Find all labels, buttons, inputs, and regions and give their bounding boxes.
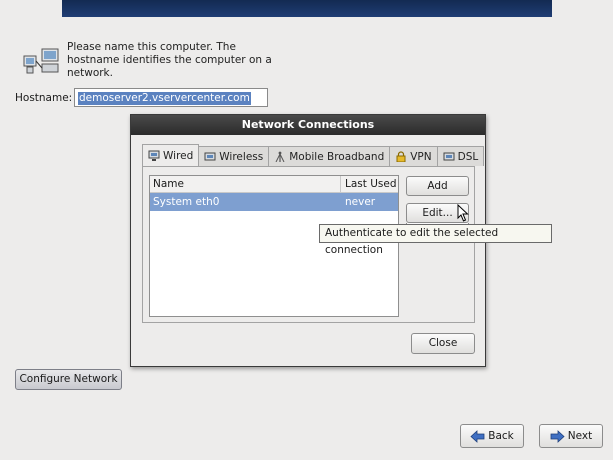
tab-wired-label: Wired <box>163 149 194 162</box>
mouse-pointer-icon <box>457 204 469 222</box>
tab-dsl-label: DSL <box>457 150 479 163</box>
next-button-label: Next <box>567 430 593 442</box>
wired-icon <box>148 150 160 161</box>
mobile-broadband-icon <box>275 151 285 162</box>
connection-row[interactable]: System eth0 never <box>150 193 398 211</box>
hostname-input[interactable]: demoserver2.vservercenter.com <box>74 88 268 107</box>
edit-button-label: Edit... <box>422 207 453 219</box>
connection-type-tabs: Wired Wireless Mobile Broadband VPN DSL <box>142 144 485 166</box>
column-header-last-used[interactable]: Last Used <box>341 176 398 192</box>
configure-network-button[interactable]: Configure Network <box>15 369 122 390</box>
add-button-label: Add <box>427 180 448 192</box>
back-arrow-icon <box>470 429 485 443</box>
close-button[interactable]: Close <box>411 333 475 354</box>
tab-mobile-broadband[interactable]: Mobile Broadband <box>268 146 391 166</box>
tab-dsl[interactable]: DSL <box>436 146 485 166</box>
tab-wireless[interactable]: Wireless <box>198 146 270 166</box>
dsl-icon <box>443 152 455 161</box>
wireless-icon <box>204 152 216 161</box>
connection-last-used: never <box>345 196 376 208</box>
vpn-lock-icon <box>396 151 406 162</box>
list-header: Name Last Used <box>150 176 398 193</box>
tab-vpn[interactable]: VPN <box>389 146 438 166</box>
configure-network-label: Configure Network <box>19 373 118 385</box>
back-button[interactable]: Back <box>460 424 524 448</box>
tab-wireless-label: Wireless <box>219 150 264 163</box>
next-arrow-icon <box>550 429 565 443</box>
tab-mobile-broadband-label: Mobile Broadband <box>289 150 385 163</box>
column-header-name[interactable]: Name <box>150 176 341 192</box>
connection-name: System eth0 <box>153 196 220 208</box>
header-banner <box>62 0 552 17</box>
hostname-input-value: demoserver2.vservercenter.com <box>78 92 251 105</box>
network-computers-icon <box>23 48 59 74</box>
hostname-description: Please name this computer. The hostname … <box>67 41 272 79</box>
next-button[interactable]: Next <box>539 424 603 448</box>
dialog-title: Network Connections <box>131 115 485 135</box>
add-button[interactable]: Add <box>406 176 469 196</box>
back-button-label: Back <box>488 430 514 442</box>
close-button-label: Close <box>428 337 458 349</box>
edit-tooltip: Authenticate to edit the selected connec… <box>319 224 552 256</box>
tab-wired[interactable]: Wired <box>142 144 200 166</box>
wired-tab-panel: Name Last Used System eth0 never Add Edi… <box>142 166 475 323</box>
tab-vpn-label: VPN <box>410 150 432 163</box>
hostname-label: Hostname: <box>15 92 73 104</box>
